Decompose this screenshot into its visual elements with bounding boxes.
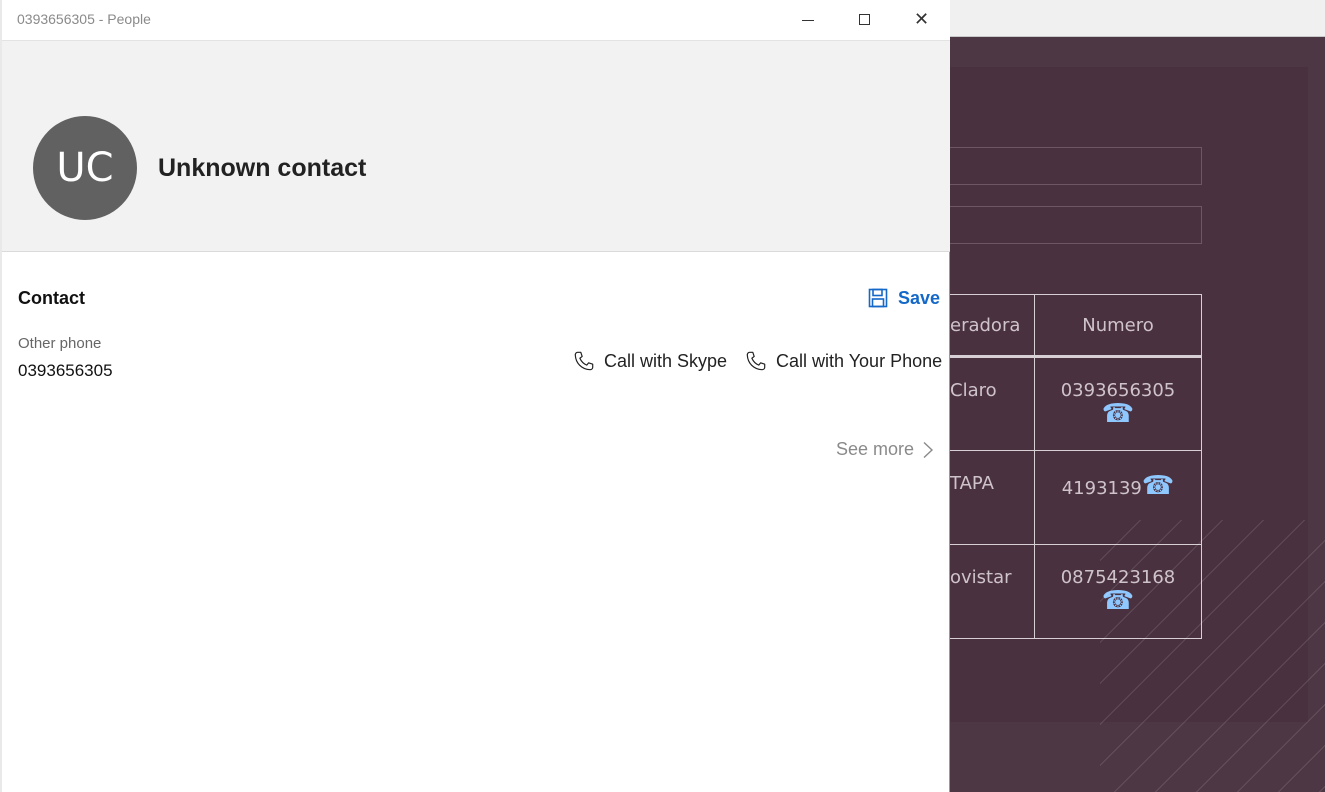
phone-icon[interactable]: ☎: [1102, 401, 1134, 427]
table-header-number: Numero: [1034, 294, 1202, 357]
phone-icon[interactable]: ☎: [1142, 473, 1174, 499]
phone-number: 4193139: [1061, 478, 1142, 499]
maximize-icon: [859, 14, 870, 25]
avatar: UC: [33, 116, 137, 220]
people-window: 0393656305 - People ✕ UC Unknown contact…: [2, 0, 950, 792]
close-icon: ✕: [914, 9, 930, 30]
window-title: 0393656305 - People: [17, 11, 151, 27]
save-label: Save: [898, 287, 941, 308]
table-cell-operator: ovistar: [950, 544, 1035, 639]
contact-name: Unknown contact: [158, 154, 367, 182]
call-with-skype-button[interactable]: Call with Skype: [573, 348, 727, 374]
minimize-icon: [802, 20, 814, 21]
save-button[interactable]: Save: [868, 286, 940, 310]
table-row: Claro 0393656305 ☎: [950, 356, 1202, 451]
phone-number: 0393656305: [1060, 380, 1176, 401]
phone-type-label: Other phone: [18, 335, 102, 352]
table-cell-operator: Claro: [950, 356, 1035, 451]
background-input-2[interactable]: [950, 206, 1202, 244]
background-diagonal-pattern: [1100, 520, 1325, 792]
phone-icon: [746, 351, 766, 371]
title-bar[interactable]: 0393656305 - People ✕: [2, 0, 950, 41]
table-cell-operator: TAPA: [950, 450, 1035, 545]
contact-header: UC Unknown contact: [2, 41, 950, 252]
see-more-label: See more: [836, 439, 915, 459]
background-input-1[interactable]: [950, 147, 1202, 185]
phone-icon: [574, 351, 594, 371]
table-header-operator: eradora: [950, 294, 1035, 357]
chevron-right-icon: [923, 441, 934, 458]
background-toolbar: ⌄: [950, 0, 1325, 37]
table-header-row: eradora Numero: [950, 294, 1202, 357]
close-button[interactable]: ✕: [899, 0, 945, 40]
call-with-your-phone-button[interactable]: Call with Your Phone: [745, 348, 942, 374]
call-with-your-phone-label: Call with Your Phone: [776, 350, 943, 371]
maximize-button[interactable]: [842, 0, 888, 40]
call-with-skype-label: Call with Skype: [604, 350, 728, 371]
see-more-link[interactable]: See more: [836, 439, 934, 460]
table-cell-number: 0393656305 ☎: [1034, 356, 1202, 451]
save-icon: [868, 288, 888, 308]
minimize-button[interactable]: [785, 0, 831, 40]
phone-number-value: 0393656305: [18, 361, 113, 380]
section-title: Contact: [18, 288, 85, 308]
